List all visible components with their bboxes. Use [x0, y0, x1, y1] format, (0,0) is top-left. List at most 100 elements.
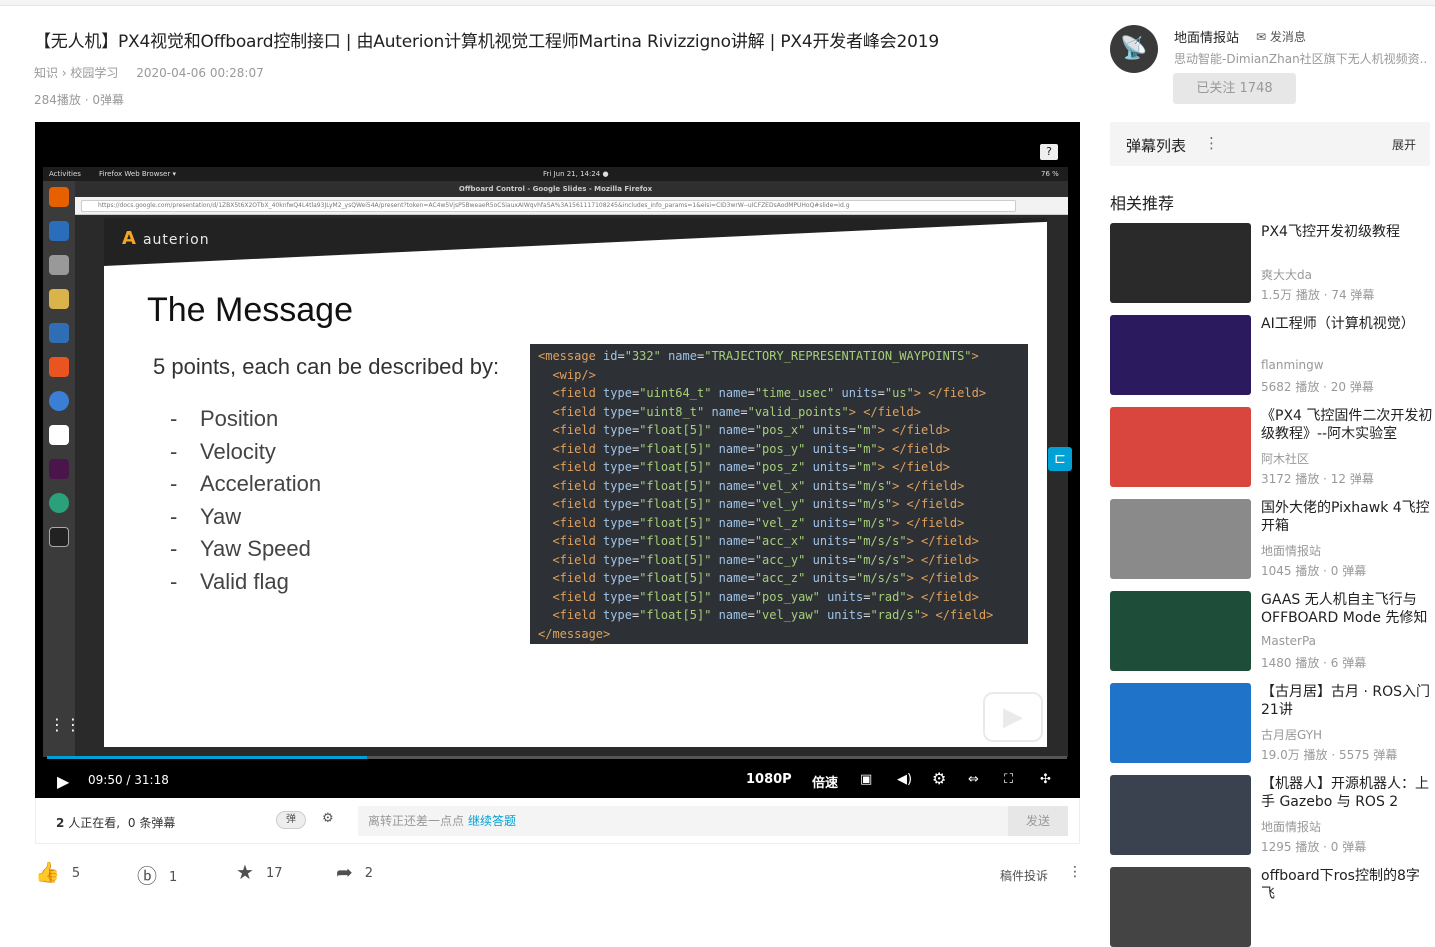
related-uploader[interactable]: 地面情报站: [1261, 818, 1321, 835]
settings-icon[interactable]: ⚙: [932, 769, 946, 788]
share-button[interactable]: ➦ 2: [336, 860, 373, 884]
related-title[interactable]: 《PX4 飞控固件二次开发初级教程》--阿木实验室: [1261, 407, 1433, 443]
related-thumbnail[interactable]: [1110, 499, 1251, 579]
web-fullscreen-icon[interactable]: ⛶: [1004, 772, 1013, 787]
breadcrumb[interactable]: 知识 › 校园学习: [34, 66, 118, 80]
code-line: <field type="float[5]" name="vel_x" unit…: [552, 478, 965, 493]
avatar[interactable]: 📡: [1110, 25, 1158, 73]
big-play-icon[interactable]: ▶: [983, 692, 1043, 742]
related-title[interactable]: 【古月居】古月 · ROS入门21讲: [1261, 683, 1433, 719]
time-display: 09:50 / 31:18: [88, 773, 169, 787]
danmaku-off-icon[interactable]: ▣: [860, 772, 872, 787]
like-button[interactable]: 👍 5: [35, 860, 80, 884]
url-text: https://docs.google.com/presentation/d/1…: [81, 200, 1016, 212]
related-thumbnail[interactable]: [1110, 223, 1251, 303]
favorite-button[interactable]: ★ 17: [236, 860, 282, 884]
related-uploader[interactable]: flanmingw: [1261, 358, 1324, 372]
related-video-card[interactable]: AI工程师（计算机视觉） flanmingw 5682 播放 · 20 弹幕: [1110, 315, 1435, 395]
related-video-card[interactable]: PX4飞控开发初级教程 爽大大da 1.5万 播放 · 74 弹幕: [1110, 223, 1435, 303]
related-title[interactable]: 【机器人】开源机器人：上手 Gazebo 与 ROS 2: [1261, 775, 1433, 811]
side-panel-button[interactable]: ⊏: [1048, 447, 1072, 471]
browser-menu-label: Firefox Web Browser ▾: [99, 170, 176, 178]
code-line: <field type="float[5]" name="acc_y" unit…: [552, 552, 979, 567]
quality-button[interactable]: 1080P: [746, 772, 792, 787]
related-video-card[interactable]: GAAS 无人机自主飞行与 OFFBOARD Mode 先修知识 MasterPa…: [1110, 591, 1435, 671]
thunderbird-icon: [49, 221, 69, 241]
play-icon[interactable]: ▶: [57, 772, 69, 791]
related-video-card[interactable]: offboard下ros控制的8字飞: [1110, 867, 1435, 947]
related-title[interactable]: 国外大佬的Pixhawk 4飞控开箱: [1261, 499, 1433, 535]
code-block: <message id="332" name="TRAJECTORY_REPRE…: [530, 344, 1028, 644]
volume-icon[interactable]: ◀): [897, 772, 912, 787]
chat-icon[interactable]: ?: [1040, 144, 1058, 160]
expand-button[interactable]: 展开: [1392, 136, 1416, 153]
mail-icon: ✉: [1256, 30, 1267, 44]
code-line: <field type="float[5]" name="pos_x" unit…: [552, 423, 950, 437]
video-stats: 284播放 · 0弹幕: [34, 93, 124, 107]
code-line: <field type="float[5]" name="acc_z" unit…: [552, 571, 979, 585]
url-bar: https://docs.google.com/presentation/d/1…: [75, 197, 1068, 215]
message-button[interactable]: ✉ 发消息: [1256, 28, 1306, 45]
related-thumbnail[interactable]: [1110, 867, 1251, 947]
related-uploader[interactable]: MasterPa: [1261, 634, 1316, 648]
related-video-card[interactable]: 【古月居】古月 · ROS入门21讲 古月居GYH 19.0万 播放 · 5575 …: [1110, 683, 1435, 763]
related-thumbnail[interactable]: [1110, 591, 1251, 671]
related-title[interactable]: GAAS 无人机自主飞行与 OFFBOARD Mode 先修知识: [1261, 591, 1433, 627]
uploader-name[interactable]: 地面情报站: [1174, 27, 1239, 46]
related-thumbnail[interactable]: [1110, 775, 1251, 855]
related-title[interactable]: AI工程师（计算机视觉）: [1261, 315, 1433, 333]
software-icon: [49, 357, 69, 377]
related-thumbnail[interactable]: [1110, 683, 1251, 763]
related-thumbnail[interactable]: [1110, 407, 1251, 487]
danmaku-settings-icon[interactable]: ⚙: [322, 811, 342, 829]
slide-bullet: - Velocity: [170, 438, 276, 464]
danmaku-list-panel[interactable]: 弹幕列表 ⋮ 展开: [1110, 122, 1430, 166]
amazon-icon: [49, 425, 69, 445]
related-uploader[interactable]: 地面情报站: [1261, 542, 1321, 559]
slide-bullet: - Acceleration: [170, 471, 322, 496]
send-button[interactable]: 发送: [1008, 806, 1068, 836]
auterion-logo: Aauterion: [122, 228, 210, 249]
terminal-icon: [49, 527, 69, 547]
related-video-card[interactable]: 国外大佬的Pixhawk 4飞控开箱地面情报站 1045 播放 · 0 弹幕: [1110, 499, 1435, 579]
code-line: <field type="float[5]" name="acc_x" unit…: [552, 534, 979, 548]
danmaku-list-label: 弹幕列表: [1126, 137, 1187, 155]
related-stats: 1480 播放 · 6 弹幕: [1261, 656, 1367, 670]
coin-button[interactable]: ⓑ 1: [137, 860, 177, 889]
slide-subtitle: 5 points, each can be described by:: [153, 354, 500, 379]
code-line: <message id="332" name="TRAJECTORY_REPRE…: [538, 349, 979, 363]
firefox-title: Offboard Control - Google Slides - Mozil…: [43, 181, 1068, 197]
progress-fill: [47, 756, 368, 759]
slide-header: Aauterion: [104, 218, 1047, 266]
video-meta: 知识 › 校园学习 2020-04-06 00:28:07: [34, 64, 264, 81]
fullscreen-icon[interactable]: ✣: [1040, 772, 1051, 787]
related-heading: 相关推荐: [1110, 194, 1175, 213]
related-uploader[interactable]: 爽大大da: [1261, 266, 1312, 283]
video-player[interactable]: ? Activities Firefox Web Browser ▾ Fri J…: [35, 122, 1080, 798]
writer-icon: [49, 323, 69, 343]
related-uploader[interactable]: 阿木社区: [1261, 450, 1309, 467]
related-title[interactable]: offboard下ros控制的8字飞: [1261, 867, 1433, 903]
code-line: <field type="float[5]" name="vel_yaw" un…: [552, 608, 994, 622]
related-title[interactable]: PX4飞控开发初级教程: [1261, 223, 1433, 241]
video-frame-desktop: Activities Firefox Web Browser ▾ Fri Jun…: [43, 167, 1068, 757]
related-video-card[interactable]: 【机器人】开源机器人：上手 Gazebo 与 ROS 2 地面情报站 1295 播放…: [1110, 775, 1435, 855]
danmaku-input[interactable]: 离转正还差一点点 继续答题: [358, 806, 1008, 836]
related-video-card[interactable]: 《PX4 飞控固件二次开发初级教程》--阿木实验室 阿木社区 3172 播放 · 1…: [1110, 407, 1435, 487]
wide-mode-icon[interactable]: ⇔: [968, 772, 979, 787]
continue-quiz-link[interactable]: 继续答题: [468, 814, 516, 828]
follow-button[interactable]: 已关注 1748: [1173, 73, 1296, 104]
apps-grid-icon: ⋮⋮: [49, 715, 81, 734]
related-thumbnail[interactable]: [1110, 315, 1251, 395]
speed-button[interactable]: 倍速: [812, 772, 838, 791]
related-stats: 1045 播放 · 0 弹幕: [1261, 564, 1367, 578]
uploader-desc: 思动智能-DimianZhan社区旗下无人机视频资...: [1174, 52, 1426, 66]
danmaku-toggle[interactable]: 弹: [276, 811, 306, 829]
danmaku-list-menu-icon[interactable]: ⋮: [1204, 134, 1219, 152]
files-icon: [49, 255, 69, 275]
report-link[interactable]: 稿件投诉: [1000, 867, 1048, 884]
progress-bar[interactable]: [47, 756, 1067, 759]
related-uploader[interactable]: 古月居GYH: [1261, 726, 1322, 743]
code-line: <field type="float[5]" name="pos_z" unit…: [552, 460, 950, 474]
more-icon[interactable]: ⋮: [1068, 864, 1082, 880]
